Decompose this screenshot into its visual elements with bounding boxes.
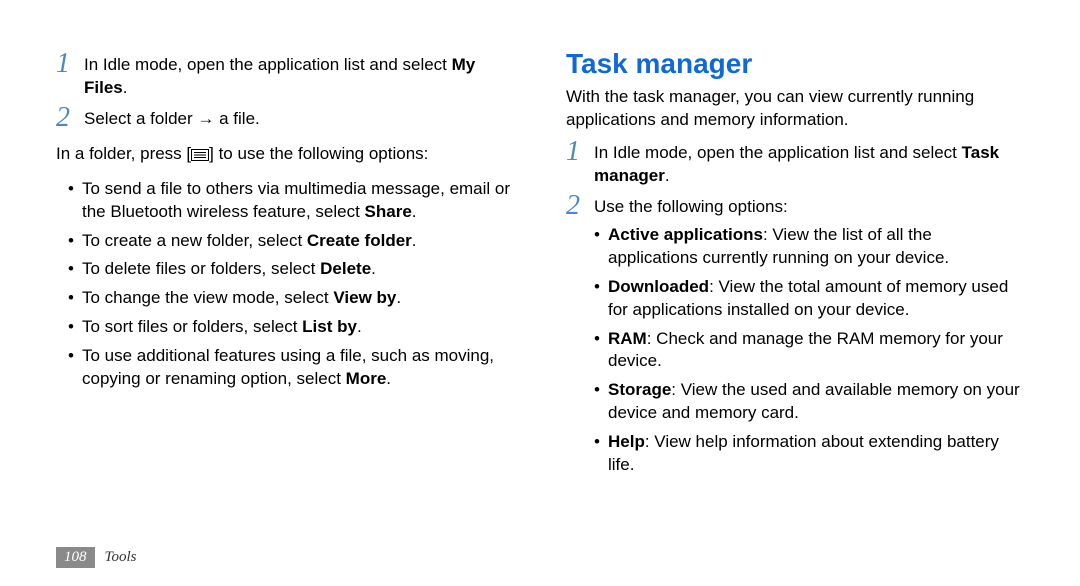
text: .: [396, 288, 401, 307]
step-number: 1: [56, 50, 84, 78]
text: : View help information about extending …: [608, 432, 999, 474]
bold-text: View by: [333, 288, 396, 307]
text: To change the view mode, select: [82, 288, 333, 307]
step-2-left: 2 Select a folder → a file.: [56, 104, 514, 132]
list-item: Downloaded: View the total amount of mem…: [594, 276, 1024, 322]
page-footer: 108 Tools: [56, 547, 136, 568]
step-body: Select a folder → a file.: [84, 104, 514, 131]
right-column: Task manager With the task manager, you …: [566, 48, 1024, 483]
bold-text: Downloaded: [608, 277, 709, 296]
bold-text: Help: [608, 432, 645, 451]
page-number-badge: 108: [56, 547, 95, 568]
text: .: [357, 317, 362, 336]
step-1-left: 1 In Idle mode, open the application lis…: [56, 50, 514, 100]
intro-text: With the task manager, you can view curr…: [566, 86, 1024, 132]
left-bullet-list: To send a file to others via multimedia …: [56, 178, 514, 392]
bold-text: Storage: [608, 380, 671, 399]
list-item: To change the view mode, select View by.: [68, 287, 514, 310]
text: : Check and manage the RAM memory for yo…: [608, 329, 1003, 371]
list-item: Storage: View the used and available mem…: [594, 379, 1024, 425]
right-bullet-list: Active applications: View the list of al…: [566, 224, 1024, 477]
bold-text: Create folder: [307, 231, 412, 250]
list-item: Help: View help information about extend…: [594, 431, 1024, 477]
text: .: [371, 259, 376, 278]
text: In Idle mode, open the application list …: [594, 143, 962, 162]
text: To create a new folder, select: [82, 231, 307, 250]
step-number: 2: [566, 192, 594, 220]
text: In Idle mode, open the application list …: [84, 55, 452, 74]
list-item: Active applications: View the list of al…: [594, 224, 1024, 270]
step-number: 2: [56, 104, 84, 132]
step-body: In Idle mode, open the application list …: [84, 50, 514, 100]
list-item: To create a new folder, select Create fo…: [68, 230, 514, 253]
section-heading: Task manager: [566, 48, 1024, 80]
bold-text: List by: [302, 317, 357, 336]
left-column: 1 In Idle mode, open the application lis…: [56, 48, 514, 483]
step-body: Use the following options:: [594, 192, 1024, 219]
text: .: [665, 166, 670, 185]
text: .: [386, 369, 391, 388]
text: In a folder, press [: [56, 144, 191, 163]
list-item: RAM: Check and manage the RAM memory for…: [594, 328, 1024, 374]
bold-text: Share: [365, 202, 412, 221]
section-label: Tools: [105, 549, 137, 566]
text: To sort files or folders, select: [82, 317, 302, 336]
step-1-right: 1 In Idle mode, open the application lis…: [566, 138, 1024, 188]
bold-text: Active applications: [608, 225, 763, 244]
text: To use additional features using a file,…: [82, 346, 494, 388]
list-item: To use additional features using a file,…: [68, 345, 514, 391]
text: To send a file to others via multimedia …: [82, 179, 510, 221]
text: Use the following options:: [594, 197, 788, 216]
bold-text: More: [346, 369, 387, 388]
step-number: 1: [566, 138, 594, 166]
two-column-layout: 1 In Idle mode, open the application lis…: [56, 48, 1024, 483]
list-item: To delete files or folders, select Delet…: [68, 258, 514, 281]
text: .: [412, 231, 417, 250]
text: Select a folder → a file.: [84, 109, 260, 128]
bold-text: RAM: [608, 329, 647, 348]
step-body: In Idle mode, open the application list …: [594, 138, 1024, 188]
list-item: To send a file to others via multimedia …: [68, 178, 514, 224]
left-instructions: In a folder, press [ ] to use the followi…: [56, 142, 514, 168]
text: To delete files or folders, select: [82, 259, 320, 278]
list-item: To sort files or folders, select List by…: [68, 316, 514, 339]
document-page: 1 In Idle mode, open the application lis…: [0, 0, 1080, 586]
step-2-right: 2 Use the following options:: [566, 192, 1024, 220]
bold-text: Delete: [320, 259, 371, 278]
menu-icon: [191, 144, 209, 168]
text: .: [412, 202, 417, 221]
text: .: [123, 78, 128, 97]
text: ] to use the following options:: [209, 144, 428, 163]
